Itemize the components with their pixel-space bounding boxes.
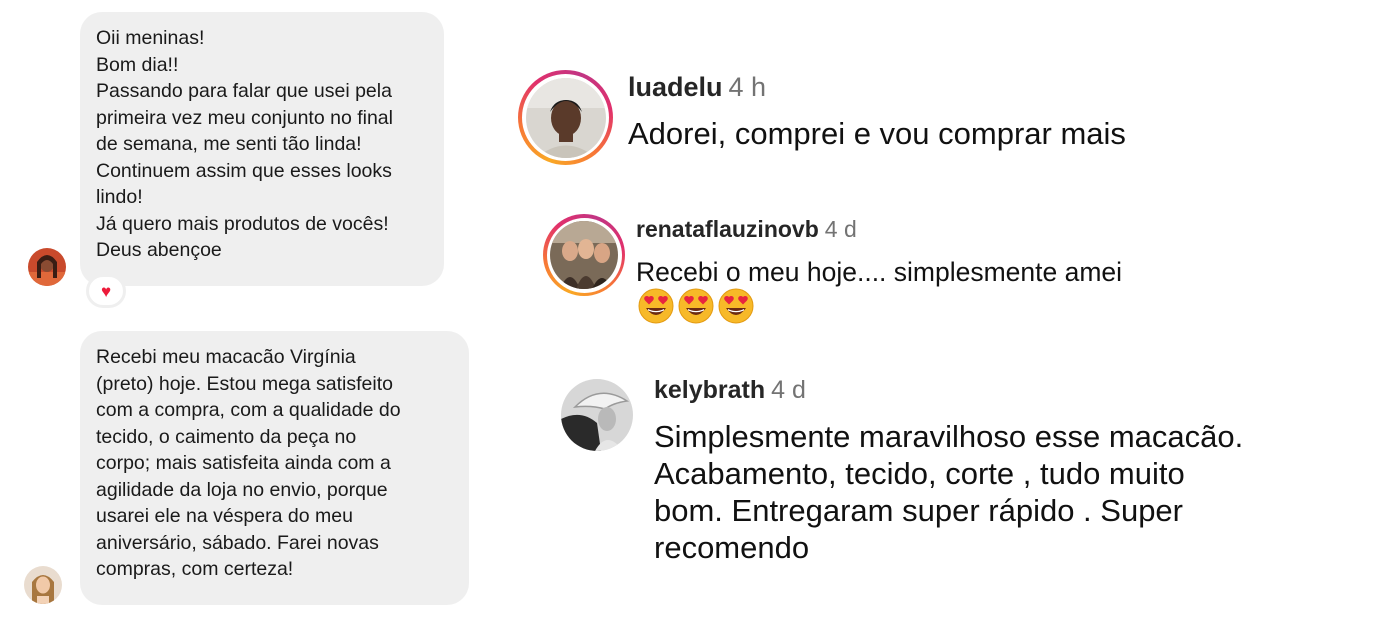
message-line: usarei ele na véspera do meu bbox=[96, 505, 353, 527]
message-line: compras, com certeza! bbox=[96, 558, 294, 580]
heart-eyes-emoji-icon bbox=[718, 288, 754, 324]
sender-avatar-photo bbox=[24, 566, 62, 604]
comment-text: Adorei, comprei e vou comprar mais bbox=[628, 113, 1126, 155]
testimonials-screenshot: Oii meninas! Bom dia!! Passando para fal… bbox=[0, 0, 1400, 620]
heart-icon: ♥ bbox=[100, 281, 112, 301]
sender-avatar[interactable] bbox=[28, 248, 66, 286]
message-line: de semana, me senti tão linda! bbox=[96, 133, 362, 155]
commenter-avatar[interactable] bbox=[561, 379, 633, 451]
comment-header: kelybrath 4 d bbox=[654, 376, 806, 405]
username-link[interactable]: renataflauzinovb bbox=[636, 216, 819, 242]
sender-avatar-photo bbox=[28, 248, 66, 286]
username-link[interactable]: kelybrath bbox=[654, 376, 765, 404]
message-line: Continuem assim que esses looks bbox=[96, 159, 392, 182]
message-line: tecido, o caimento da peça no bbox=[96, 425, 357, 448]
message-line: aniversário, sábado. Farei novas bbox=[96, 531, 379, 554]
message-bubble[interactable]: Oii meninas! Bom dia!! Passando para fal… bbox=[80, 12, 444, 286]
timestamp: 4 d bbox=[824, 216, 857, 242]
comment-line: Acabamento, tecido, corte , tudo muito bbox=[654, 456, 1185, 491]
timestamp: 4 h bbox=[728, 72, 767, 102]
message-line: Bom dia!! bbox=[96, 53, 179, 76]
message-bubble[interactable]: Recebi meu macacão Virgínia (preto) hoje… bbox=[80, 331, 469, 605]
message-line: lindo! bbox=[96, 186, 143, 208]
comment-line: Adorei, comprei e vou comprar mais bbox=[628, 116, 1126, 151]
message-line: (preto) hoje. Estou mega satisfeito bbox=[96, 372, 393, 395]
message-line: Oii meninas! bbox=[96, 27, 205, 49]
comment-text: Simplesmente maravilhoso esse macacão. A… bbox=[654, 418, 1243, 566]
comment-line: Simplesmente maravilhoso esse macacão. bbox=[654, 419, 1244, 454]
comment-line: Recebi o meu hoje.... simplesmente amei bbox=[636, 257, 1123, 287]
commenter-avatar-photo bbox=[561, 379, 633, 451]
story-ring-avatar[interactable] bbox=[518, 70, 613, 165]
commenter-avatar-photo bbox=[525, 77, 606, 158]
username-link[interactable]: luadelu bbox=[628, 72, 723, 102]
comment-header: luadelu 4 h bbox=[628, 72, 766, 103]
message-line: Recebi meu macacão Virgínia bbox=[96, 346, 356, 368]
message-line: primeira vez meu conjunto no final bbox=[96, 106, 393, 129]
comment-line: bom. Entregaram super rápido . Super bbox=[654, 493, 1183, 528]
heart-eyes-emoji-icon bbox=[678, 288, 714, 324]
message-line: corpo; mais satisfeita ainda com a bbox=[96, 452, 391, 474]
story-ring-avatar[interactable] bbox=[543, 214, 625, 296]
heart-eyes-emoji-icon bbox=[638, 288, 674, 324]
emoji-row bbox=[638, 288, 754, 324]
message-line: Deus abençoe bbox=[96, 239, 222, 261]
sender-avatar[interactable] bbox=[24, 566, 62, 604]
message-line: Passando para falar que usei pela bbox=[96, 80, 392, 102]
comment-header: renataflauzinovb 4 d bbox=[636, 216, 857, 243]
comment-text: Recebi o meu hoje.... simplesmente amei bbox=[636, 256, 1122, 289]
timestamp: 4 d bbox=[771, 376, 806, 404]
message-line: com a compra, com a qualidade do bbox=[96, 399, 401, 421]
message-line: Já quero mais produtos de vocês! bbox=[96, 212, 389, 235]
heart-reaction[interactable]: ♥ bbox=[86, 274, 126, 308]
message-line: agilidade da loja no envio, porque bbox=[96, 478, 388, 501]
commenter-avatar-photo bbox=[550, 221, 618, 289]
comment-line: recomendo bbox=[654, 530, 810, 565]
